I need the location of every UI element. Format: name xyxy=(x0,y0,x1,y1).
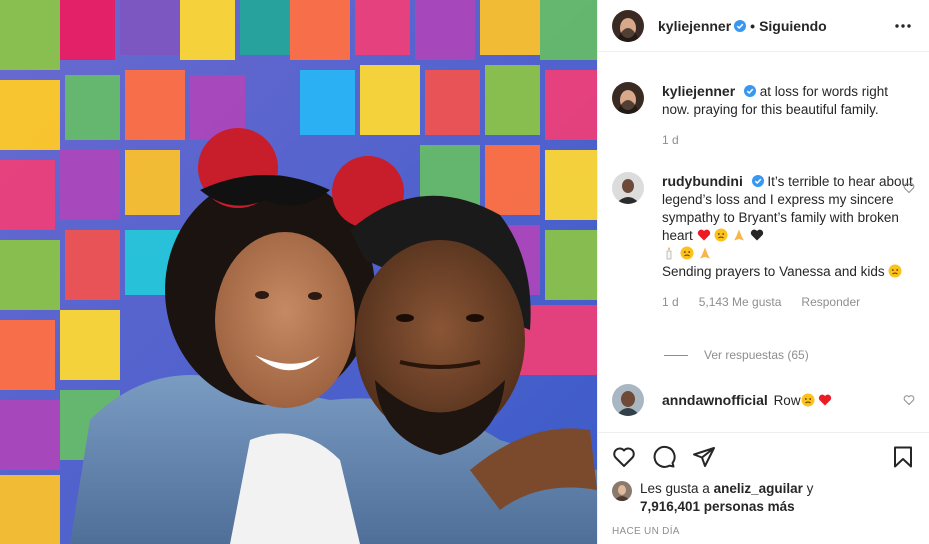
candle-icon xyxy=(666,247,672,260)
comment-username[interactable]: rudybundini xyxy=(662,173,743,189)
caption-body: kyliejenner at loss for words right now.… xyxy=(662,82,915,149)
replies-divider xyxy=(664,354,688,356)
caption-meta: 1 d xyxy=(662,131,915,149)
likes-prefix: Les gusta a xyxy=(640,481,710,496)
author-username[interactable]: kyliejenner xyxy=(658,18,731,34)
view-replies-label: Ver respuestas (65) xyxy=(704,348,809,362)
likes-summary: Les gusta a aneliz_aguilar y 7,916,401 p… xyxy=(598,480,929,520)
disappointed-face-icon xyxy=(801,393,815,407)
instagram-post: kyliejenner • Siguiendo kyliejenner at l… xyxy=(0,0,929,544)
comment-body: anndawnofficial Row xyxy=(662,384,915,416)
post-photo[interactable] xyxy=(0,0,597,544)
red-heart-icon xyxy=(819,394,832,406)
author-avatar[interactable] xyxy=(612,9,644,42)
disappointed-face-icon xyxy=(680,246,694,260)
following-button[interactable]: Siguiendo xyxy=(759,18,827,34)
heart-icon[interactable] xyxy=(903,394,915,406)
share-icon[interactable] xyxy=(692,445,716,469)
liker-username[interactable]: aneliz_aguilar xyxy=(714,481,803,496)
post-actions-bar xyxy=(598,432,929,480)
heart-icon[interactable] xyxy=(612,445,636,469)
caption-time[interactable]: 1 d xyxy=(662,131,679,149)
comment-item: anndawnofficial Row xyxy=(612,384,915,416)
comment-body: rudybundini It’s terrible to hear about … xyxy=(662,172,915,311)
post-timestamp[interactable]: HACE UN DÍA xyxy=(598,520,929,544)
comments-section[interactable]: kyliejenner at loss for words right now.… xyxy=(598,52,929,432)
heart-icon[interactable] xyxy=(903,182,915,194)
comment-username[interactable]: anndawnofficial xyxy=(662,392,768,408)
likes-count[interactable]: 7,916,401 personas más xyxy=(640,499,795,514)
commenter-avatar[interactable] xyxy=(612,172,644,204)
red-heart-icon xyxy=(697,229,710,241)
caption-avatar[interactable] xyxy=(612,82,644,114)
reply-button[interactable]: Responder xyxy=(801,293,860,311)
verified-icon xyxy=(743,85,756,97)
disappointed-face-icon xyxy=(888,264,902,278)
comment-meta: 1 d 5,143 Me gusta Responder xyxy=(662,293,915,311)
post-photo-image xyxy=(0,0,597,544)
comment-likes-count[interactable]: 5,143 Me gusta xyxy=(699,293,782,311)
comment-item: rudybundini It’s terrible to hear about … xyxy=(612,172,915,311)
black-heart-icon xyxy=(750,229,763,241)
verified-icon xyxy=(734,19,747,32)
liker-avatar[interactable] xyxy=(612,481,632,501)
comment-text-continued: Sending prayers to Vanessa and kids xyxy=(662,264,885,279)
header-separator: • xyxy=(750,17,756,34)
save-icon[interactable] xyxy=(891,445,915,469)
view-replies-button[interactable]: Ver respuestas (65) xyxy=(664,348,809,362)
comment-text: Row xyxy=(773,393,801,408)
more-options-icon[interactable] xyxy=(891,14,915,38)
commenter-avatar[interactable] xyxy=(612,384,644,416)
likes-joiner: y xyxy=(806,481,814,496)
praying-hands-icon xyxy=(699,247,710,259)
caption-username[interactable]: kyliejenner xyxy=(662,83,735,99)
comment-time[interactable]: 1 d xyxy=(662,293,679,311)
likes-text: Les gusta a aneliz_aguilar y 7,916,401 p… xyxy=(640,480,813,516)
post-side-panel: kyliejenner • Siguiendo kyliejenner at l… xyxy=(597,0,929,544)
comment-icon[interactable] xyxy=(652,445,676,469)
verified-icon xyxy=(751,175,764,187)
post-caption: kyliejenner at loss for words right now.… xyxy=(612,82,915,149)
disappointed-face-icon xyxy=(714,228,728,242)
post-header: kyliejenner • Siguiendo xyxy=(598,0,929,52)
praying-hands-icon xyxy=(734,229,745,241)
